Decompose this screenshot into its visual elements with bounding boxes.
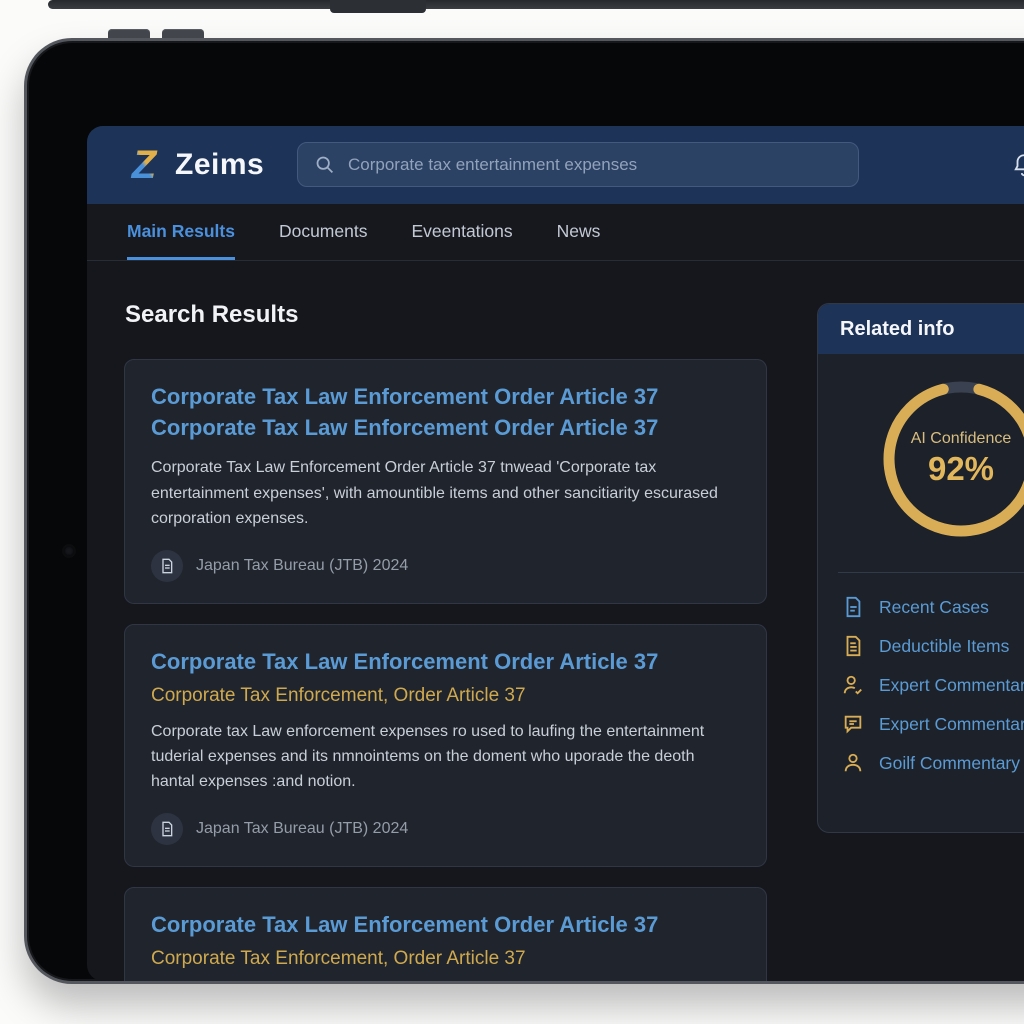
result-title-link[interactable]: Corporate Tax Law Enforcement Order Arti… bbox=[151, 381, 740, 443]
app-name: Zeims bbox=[175, 148, 264, 182]
source-label: Japan Tax Bureau (JTB) 2024 bbox=[196, 820, 408, 838]
result-subtitle: Corporate Tax Enforcement, Order Article… bbox=[151, 685, 740, 707]
result-card[interactable]: Corporate Tax Law Enforcement Order Arti… bbox=[124, 887, 767, 981]
document-badge bbox=[151, 550, 183, 582]
person-icon bbox=[842, 752, 864, 774]
confidence-caption: AI Confidence bbox=[911, 430, 1012, 448]
link-label: Recent Cases bbox=[879, 597, 989, 618]
result-snippet: Corporate Tax Law Enforcement Order Arti… bbox=[151, 455, 740, 531]
document-lines-icon bbox=[842, 635, 864, 657]
tablet-device: Z Zeims Main Results Documents Eve bbox=[24, 38, 1024, 984]
result-title-line: Corporate Tax Law Enforcement Order Arti… bbox=[151, 381, 740, 412]
confidence-value: 92% bbox=[928, 450, 994, 488]
background-device-edge bbox=[48, 0, 1024, 9]
tab-main-results[interactable]: Main Results bbox=[127, 204, 235, 260]
result-snippet: Corporate tax Law enforcement expenses r… bbox=[151, 719, 740, 795]
tab-bar: Main Results Documents Eveentations News bbox=[87, 204, 1024, 261]
ai-confidence-gauge: AI Confidence 92% bbox=[876, 374, 1024, 544]
main-content: Search Results Corporate Tax Law Enforce… bbox=[87, 261, 1024, 981]
source-label: Japan Tax Bureau (JTB) 2024 bbox=[196, 557, 408, 575]
person-check-icon bbox=[842, 674, 864, 696]
search-bar[interactable] bbox=[297, 142, 859, 187]
svg-text:Z: Z bbox=[131, 144, 158, 186]
confidence-labels: AI Confidence 92% bbox=[876, 374, 1024, 544]
app-header: Z Zeims bbox=[87, 126, 1024, 204]
document-icon bbox=[842, 596, 864, 618]
tab-eveentations[interactable]: Eveentations bbox=[411, 204, 512, 260]
front-camera bbox=[64, 546, 74, 556]
link-expert-commentary-2[interactable]: Expert Commentary bbox=[842, 713, 1024, 735]
tab-news[interactable]: News bbox=[557, 204, 601, 260]
result-card[interactable]: Corporate Tax Law Enforcement Order Arti… bbox=[124, 624, 767, 867]
result-title-link[interactable]: Corporate Tax Law Enforcement Order Arti… bbox=[151, 909, 740, 940]
result-source: Japan Tax Bureau (JTB) 2024 bbox=[151, 550, 740, 582]
document-icon bbox=[159, 558, 175, 574]
app-logo[interactable]: Z Zeims bbox=[123, 144, 264, 186]
app-screen: Z Zeims Main Results Documents Eve bbox=[87, 126, 1024, 981]
link-deductible-items[interactable]: Deductible Items bbox=[842, 635, 1024, 657]
divider bbox=[838, 572, 1024, 573]
related-links: Recent Cases Deductible Items Expert Com… bbox=[842, 596, 1024, 774]
link-expert-commentary-1[interactable]: Expert Commentary bbox=[842, 674, 1024, 696]
result-title-line: Corporate Tax Law Enforcement Order Arti… bbox=[151, 412, 740, 443]
result-source: Japan Tax Bureau (JTB) 2024 bbox=[151, 813, 740, 845]
page-title: Search Results bbox=[125, 301, 298, 329]
zeims-logo-icon: Z bbox=[123, 144, 165, 186]
result-subtitle: Corporate Tax Enforcement, Order Article… bbox=[151, 948, 740, 970]
search-input[interactable] bbox=[346, 154, 842, 176]
search-icon bbox=[314, 154, 335, 175]
document-badge bbox=[151, 813, 183, 845]
related-info-panel: Related info AI Confidence 92% bbox=[817, 303, 1024, 833]
document-icon bbox=[159, 821, 175, 837]
result-title-link[interactable]: Corporate Tax Law Enforcement Order Arti… bbox=[151, 646, 740, 677]
background-device-button bbox=[330, 0, 426, 13]
result-card[interactable]: Corporate Tax Law Enforcement Order Arti… bbox=[124, 359, 767, 604]
link-label: Deductible Items bbox=[879, 636, 1009, 657]
related-info-title: Related info bbox=[840, 318, 954, 341]
related-info-header: Related info bbox=[818, 304, 1024, 354]
chat-bubble-icon bbox=[842, 713, 864, 735]
results-list: Corporate Tax Law Enforcement Order Arti… bbox=[124, 359, 767, 981]
link-recent-cases[interactable]: Recent Cases bbox=[842, 596, 1024, 618]
link-label: Goilf Commentary bbox=[879, 753, 1020, 774]
link-label: Expert Commentary bbox=[879, 714, 1024, 735]
link-goilf-commentary[interactable]: Goilf Commentary bbox=[842, 752, 1024, 774]
tab-documents[interactable]: Documents bbox=[279, 204, 368, 260]
link-label: Expert Commentary bbox=[879, 675, 1024, 696]
notification-bell-icon[interactable] bbox=[1011, 152, 1024, 183]
